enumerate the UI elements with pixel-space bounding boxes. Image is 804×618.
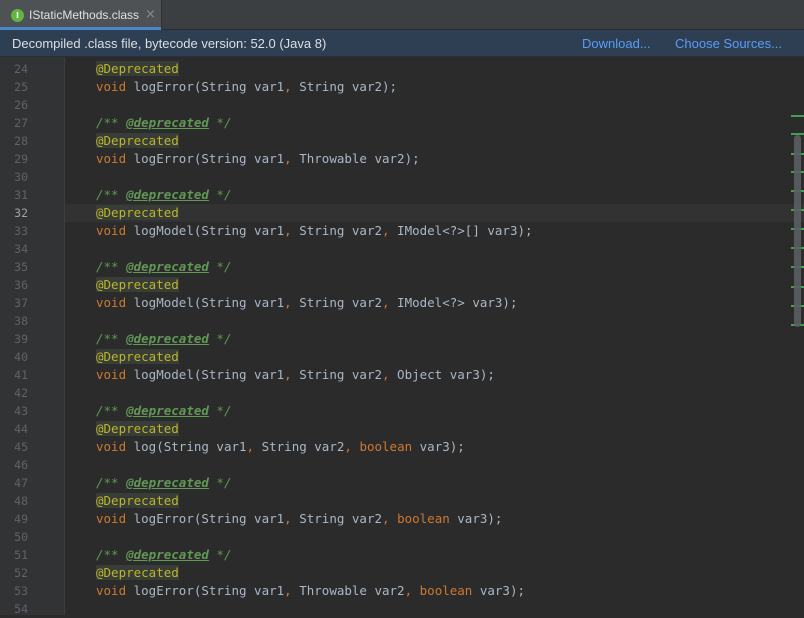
code-line[interactable]: ​ xyxy=(65,168,804,186)
line-number: 44 xyxy=(14,422,28,436)
line-number: 34 xyxy=(14,242,28,256)
line-number: 47 xyxy=(14,476,28,490)
code-line[interactable]: ​ xyxy=(65,528,804,546)
line-number: 46 xyxy=(14,458,28,472)
line-number: 31 xyxy=(14,188,28,202)
line-number-gutter: 24 25 26 27 28 29 30 31 32 33 34 35 36 37 38 39 40 41 42 43… xyxy=(0,57,65,616)
code-line[interactable]: /** @deprecated */ xyxy=(65,330,804,348)
banner-message: Decompiled .class file, bytecode version… xyxy=(12,36,327,51)
code-line[interactable]: /** @deprecated */ xyxy=(65,474,804,492)
tab-istaticmethods[interactable]: I IStaticMethods.class × xyxy=(0,0,162,30)
code-line[interactable]: void logModel(String var1, String var2, … xyxy=(65,222,804,240)
code-line[interactable]: @Deprecated xyxy=(65,276,804,294)
decompiled-banner: Decompiled .class file, bytecode version… xyxy=(0,30,804,57)
line-number: 26 xyxy=(14,98,28,112)
line-number: 52 xyxy=(14,566,28,580)
code-line[interactable]: /** @deprecated */ xyxy=(65,402,804,420)
code-line[interactable]: /** @deprecated */ xyxy=(65,546,804,564)
line-number: 54 xyxy=(14,602,28,616)
code-line[interactable]: ​ xyxy=(65,96,804,114)
line-number: 27 xyxy=(14,116,28,130)
vertical-scrollbar-thumb[interactable] xyxy=(794,135,801,327)
code-line[interactable]: void logError(String var1, Throwable var… xyxy=(65,582,804,600)
choose-sources-link[interactable]: Choose Sources... xyxy=(675,36,782,51)
tab-title: IStaticMethods.class xyxy=(29,8,140,22)
code-line[interactable]: @Deprecated xyxy=(65,420,804,438)
line-number: 45 xyxy=(14,440,28,454)
line-number: 30 xyxy=(14,170,28,184)
code-line[interactable]: @Deprecated xyxy=(65,492,804,510)
code-line[interactable]: void logError(String var1, String var2); xyxy=(65,78,804,96)
code-line[interactable]: void logError(String var1, String var2, … xyxy=(65,510,804,528)
line-number: 35 xyxy=(14,260,28,274)
line-number: 53 xyxy=(14,584,28,598)
code-line[interactable]: @Deprecated xyxy=(65,564,804,582)
code-line[interactable]: void logModel(String var1, String var2, … xyxy=(65,366,804,384)
change-marker[interactable] xyxy=(791,115,804,117)
editor-tab-bar: I IStaticMethods.class × xyxy=(0,0,804,30)
line-number: 25 xyxy=(14,80,28,94)
line-number: 50 xyxy=(14,530,28,544)
code-line[interactable]: @Deprecated xyxy=(65,204,804,222)
line-number: 49 xyxy=(14,512,28,526)
line-number: 38 xyxy=(14,314,28,328)
line-number: 28 xyxy=(14,134,28,148)
line-number: 48 xyxy=(14,494,28,508)
line-number: 36 xyxy=(14,278,28,292)
line-number: 51 xyxy=(14,548,28,562)
line-number: 33 xyxy=(14,224,28,238)
code-line[interactable]: /** @deprecated */ xyxy=(65,258,804,276)
class-file-icon: I xyxy=(11,9,24,22)
code-line[interactable]: @Deprecated xyxy=(65,132,804,150)
code-line[interactable]: /** @deprecated */ xyxy=(65,186,804,204)
line-number: 40 xyxy=(14,350,28,364)
line-number: 42 xyxy=(14,386,28,400)
line-number: 24 xyxy=(14,62,28,76)
line-number: 39 xyxy=(14,332,28,346)
code-line[interactable]: void logError(String var1, Throwable var… xyxy=(65,150,804,168)
code-line[interactable]: @Deprecated xyxy=(65,348,804,366)
code-line[interactable]: ​ xyxy=(65,384,804,402)
code-line[interactable]: void logModel(String var1, String var2, … xyxy=(65,294,804,312)
code-line[interactable]: /** @deprecated */ xyxy=(65,114,804,132)
line-number: 41 xyxy=(14,368,28,382)
code-line[interactable]: ​ xyxy=(65,600,804,618)
code-line[interactable]: ​ xyxy=(65,312,804,330)
line-number: 43 xyxy=(14,404,28,418)
code-line[interactable]: @Deprecated xyxy=(65,60,804,78)
close-icon[interactable]: × xyxy=(145,7,156,22)
code-line[interactable]: void log(String var1, String var2, boole… xyxy=(65,438,804,456)
line-number: 29 xyxy=(14,152,28,166)
code-editor[interactable]: @Deprecated void logError(String var1, St… xyxy=(65,57,804,615)
download-link[interactable]: Download... xyxy=(582,36,651,51)
line-number: 32 xyxy=(14,206,28,220)
code-line[interactable]: ​ xyxy=(65,240,804,258)
code-line[interactable]: ​ xyxy=(65,456,804,474)
line-number: 37 xyxy=(14,296,28,310)
